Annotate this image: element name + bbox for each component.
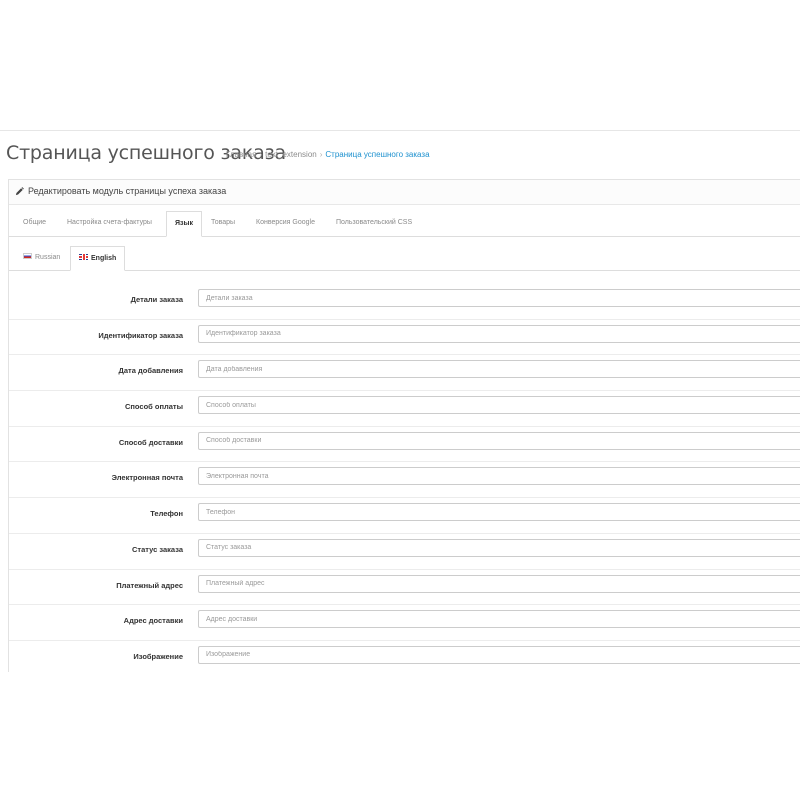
tab-products[interactable]: Товары [211, 211, 235, 235]
payment-method-input[interactable] [198, 396, 800, 415]
form-row-date-added: Дата добавления [9, 355, 800, 392]
order-id-label: Идентификатор заказа [98, 330, 183, 340]
form-row-payment-address: Платежный адрес [9, 570, 800, 606]
tab-language-russian[interactable]: Russian [23, 246, 60, 269]
form-row-order-details: Детали заказа [9, 284, 800, 320]
tab-custom-css[interactable]: Пользовательский CSS [336, 211, 412, 235]
email-label: Электронная почта [111, 473, 183, 483]
payment-method-label: Способ оплаты [124, 402, 183, 412]
breadcrumb-separator: › [259, 150, 263, 159]
tab-language-english-label: English [91, 255, 117, 262]
image-label: Изображение [133, 651, 183, 661]
language-tabs: Russian English [9, 246, 800, 271]
form-row-payment-method: Способ оплаты [9, 391, 800, 427]
image-input[interactable] [198, 645, 800, 664]
form-row-order-id: Идентификатор заказа [9, 320, 800, 356]
form-row-shipping-address: Адрес доставки [9, 605, 800, 641]
payment-address-input[interactable] [198, 574, 800, 593]
order-status-input[interactable] [198, 538, 800, 557]
date-added-label: Дата добавления [118, 366, 183, 376]
form-row-email: Электронная почта [9, 462, 800, 499]
shipping-method-input[interactable] [198, 431, 800, 450]
breadcrumb: Главная › text_extension › Страница успешног… [226, 150, 430, 159]
date-added-input[interactable] [198, 360, 800, 379]
form-row-shipping-method: Способ доставки [9, 427, 800, 463]
breadcrumb-current-link[interactable]: Страница успешного заказа [325, 150, 429, 159]
page-header: Страница успешного заказа Главная › text_e… [0, 131, 800, 179]
pencil-icon [15, 187, 24, 196]
breadcrumb-extension-link[interactable]: text_extension [265, 150, 317, 159]
telephone-input[interactable] [198, 503, 800, 522]
panel-title: Редактировать модуль страницы успеха зак… [28, 186, 227, 196]
tab-general[interactable]: Общие [23, 211, 46, 235]
tab-language[interactable]: Язык [166, 211, 202, 237]
breadcrumb-home-link[interactable]: Главная [226, 150, 256, 159]
tab-language-english[interactable]: English [70, 246, 126, 271]
form-row-order-status: Статус заказа [9, 534, 800, 570]
tab-invoice-settings[interactable]: Настройка счета-фактуры [67, 211, 152, 235]
main-tabs: Общие Настройка счета-фактуры Язык Товар… [9, 211, 800, 237]
order-details-input[interactable] [198, 289, 800, 307]
form-row-image: Изображение [9, 641, 800, 672]
gb-flag-icon [79, 254, 88, 261]
ru-flag-icon [23, 253, 32, 260]
edit-panel: Редактировать модуль страницы успеха зак… [8, 179, 800, 672]
order-status-label: Статус заказа [132, 544, 183, 554]
admin-page: Страница успешного заказа Главная › text_e… [0, 130, 800, 672]
order-id-input[interactable] [198, 324, 800, 343]
email-input[interactable] [198, 467, 800, 486]
panel-heading: Редактировать модуль страницы успеха зак… [9, 180, 800, 205]
form-row-telephone: Телефон [9, 498, 800, 534]
telephone-label: Телефон [150, 509, 183, 519]
language-form: Детали заказа Идентификатор заказа Дата … [9, 284, 800, 672]
shipping-address-label: Адрес доставки [123, 616, 183, 626]
tab-google-conversion[interactable]: Конверсия Google [256, 211, 315, 235]
shipping-method-label: Способ доставки [118, 437, 183, 447]
payment-address-label: Платежный адрес [116, 580, 183, 590]
shipping-address-input[interactable] [198, 610, 800, 629]
order-details-label: Детали заказа [130, 295, 183, 304]
tab-language-russian-label: Russian [35, 254, 61, 261]
